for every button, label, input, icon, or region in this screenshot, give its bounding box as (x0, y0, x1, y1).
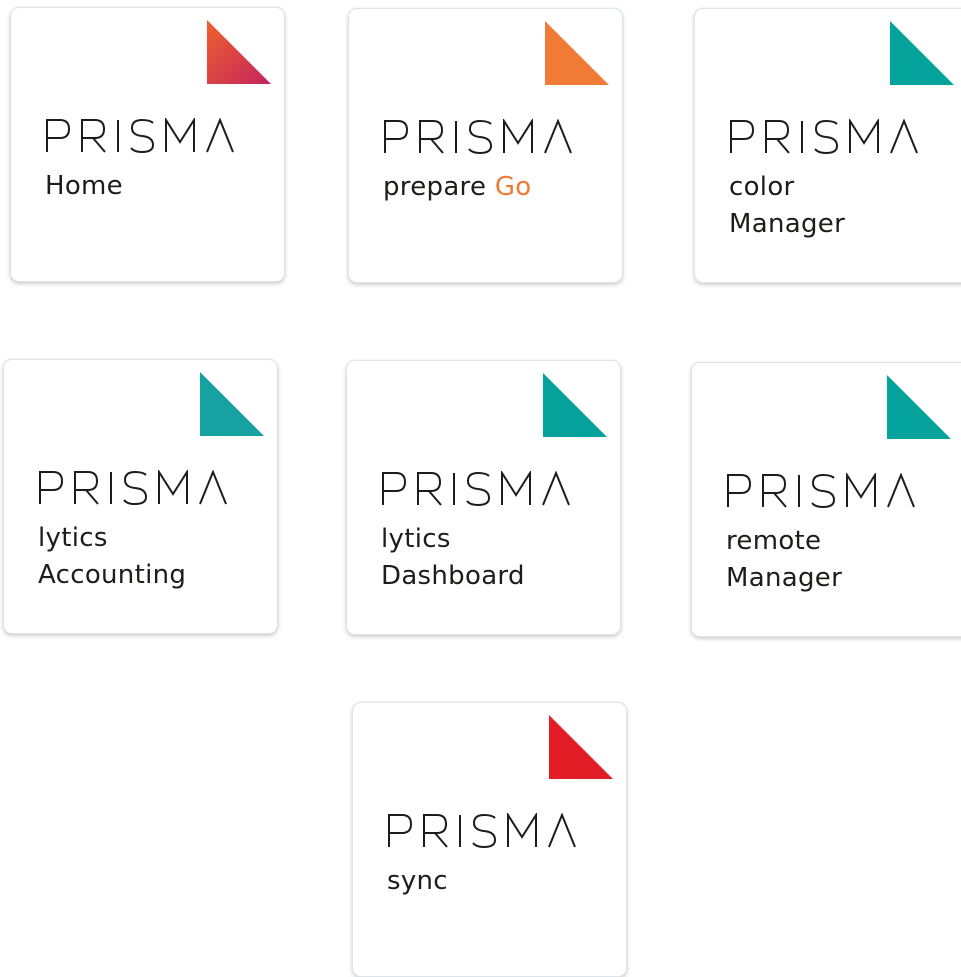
wordmark-letter-s (130, 118, 155, 154)
prisma-wordmark: PRISMA (729, 119, 935, 157)
wordmark-letter-a (890, 119, 918, 154)
wordmark-letter-r (419, 120, 444, 154)
wordmark-letter-m (849, 119, 879, 153)
wordmark-letter-a (542, 471, 570, 506)
wordmark-letter-p (730, 120, 755, 153)
tile-subtitle-line: sync (387, 866, 448, 896)
prisma-wordmark-letters: PRISMA (39, 470, 227, 506)
tile-subtitle: Home (45, 168, 123, 205)
wordmark-letter-m (503, 119, 533, 153)
wordmark-letter-a (887, 473, 915, 508)
tile-subtitle-line: lytics (381, 524, 451, 554)
tile-subtitle-line: Dashboard (381, 561, 525, 591)
teal-triangle-icon (890, 21, 954, 85)
wordmark-letter-r (762, 474, 787, 508)
tile-subtitle: lytics Dashboard (381, 521, 525, 595)
wordmark-letter-m (507, 813, 537, 847)
tile-subtitle-line: Accounting (38, 560, 187, 590)
wordmark-letter-m (501, 471, 531, 505)
wordmark-letter-m (846, 473, 876, 507)
teal-triangle-icon (887, 375, 951, 439)
prisma-wordmark: PRISMA (45, 118, 251, 156)
prisma-wordmark-letters: PRISMA (384, 119, 572, 155)
tile-prisma-remote-manager[interactable]: PRISMA remote Manager (691, 362, 961, 637)
red-triangle-icon (549, 715, 613, 779)
wordmark-letter-a (206, 118, 234, 153)
tile-subtitle-line: remote (726, 526, 822, 556)
tile-subtitle-line: lytics (38, 523, 108, 553)
wordmark-letter-p (39, 471, 64, 504)
wordmark-letter-r (81, 119, 106, 153)
prisma-wordmark-letters: PRISMA (382, 471, 570, 507)
prisma-wordmark: PRISMA (726, 473, 932, 511)
wordmark-letter-s (123, 470, 148, 506)
tile-subtitle-line: Manager (729, 209, 846, 239)
prisma-wordmark: PRISMA (381, 471, 587, 509)
wordmark-letter-r (74, 471, 99, 505)
wordmark-letter-p (382, 472, 407, 505)
wordmark-letter-a (199, 470, 227, 505)
tile-subtitle-line: color (729, 172, 795, 202)
wordmark-letter-m (165, 118, 195, 152)
tile-prisma-prepare-go[interactable]: PRISMA prepare Go (348, 8, 623, 283)
wordmark-letter-r (417, 472, 442, 506)
tile-prisma-lytics-dashboard[interactable]: PRISMA lytics Dashboard (346, 360, 621, 635)
wordmark-letter-p (727, 474, 752, 507)
wordmark-letter-p (384, 120, 409, 153)
tile-subtitle: remote Manager (726, 523, 842, 597)
tile-prisma-home[interactable]: PRISMA Home (10, 7, 285, 282)
tile-subtitle: sync (387, 863, 448, 900)
wordmark-letter-a (544, 119, 572, 154)
wordmark-letter-s (472, 813, 497, 849)
wordmark-letter-s (811, 473, 836, 509)
tile-subtitle: prepare Go (383, 169, 532, 206)
wordmark-letter-a (548, 813, 576, 848)
prisma-wordmark: PRISMA (387, 813, 593, 851)
tile-subtitle: lytics Accounting (38, 520, 186, 594)
tile-subtitle-accent: Go (494, 172, 532, 202)
wordmark-letter-s (468, 119, 493, 155)
prisma-wordmark-letters: PRISMA (730, 119, 918, 155)
gradient-triangle-icon (207, 20, 271, 84)
wordmark-letter-r (423, 814, 448, 848)
wordmark-letter-s (814, 119, 839, 155)
wordmark-letter-s (466, 471, 491, 507)
wordmark-letter-p (46, 119, 71, 152)
wordmark-letter-p (388, 814, 413, 847)
prisma-wordmark: PRISMA (38, 470, 244, 508)
prisma-wordmark-letters: PRISMA (727, 473, 915, 509)
tile-subtitle-line: Home (45, 171, 123, 201)
tile-subtitle-line: prepare (383, 172, 487, 202)
tile-prisma-color-manager[interactable]: PRISMA color Manager (694, 8, 961, 283)
teal-triangle-icon (200, 372, 264, 436)
prisma-wordmark-letters: PRISMA (46, 118, 234, 154)
tile-prisma-sync[interactable]: PRISMA sync (352, 702, 627, 977)
tile-prisma-lytics-accounting[interactable]: PRISMA lytics Accounting (3, 359, 278, 634)
prisma-wordmark: PRISMA (383, 119, 589, 157)
wordmark-letter-r (765, 120, 790, 154)
tile-subtitle: color Manager (729, 169, 845, 243)
teal-triangle-icon (543, 373, 607, 437)
tile-subtitle-line: Manager (726, 563, 843, 593)
prisma-wordmark-letters: PRISMA (388, 813, 576, 849)
orange-triangle-icon (545, 21, 609, 85)
wordmark-letter-m (158, 470, 188, 504)
